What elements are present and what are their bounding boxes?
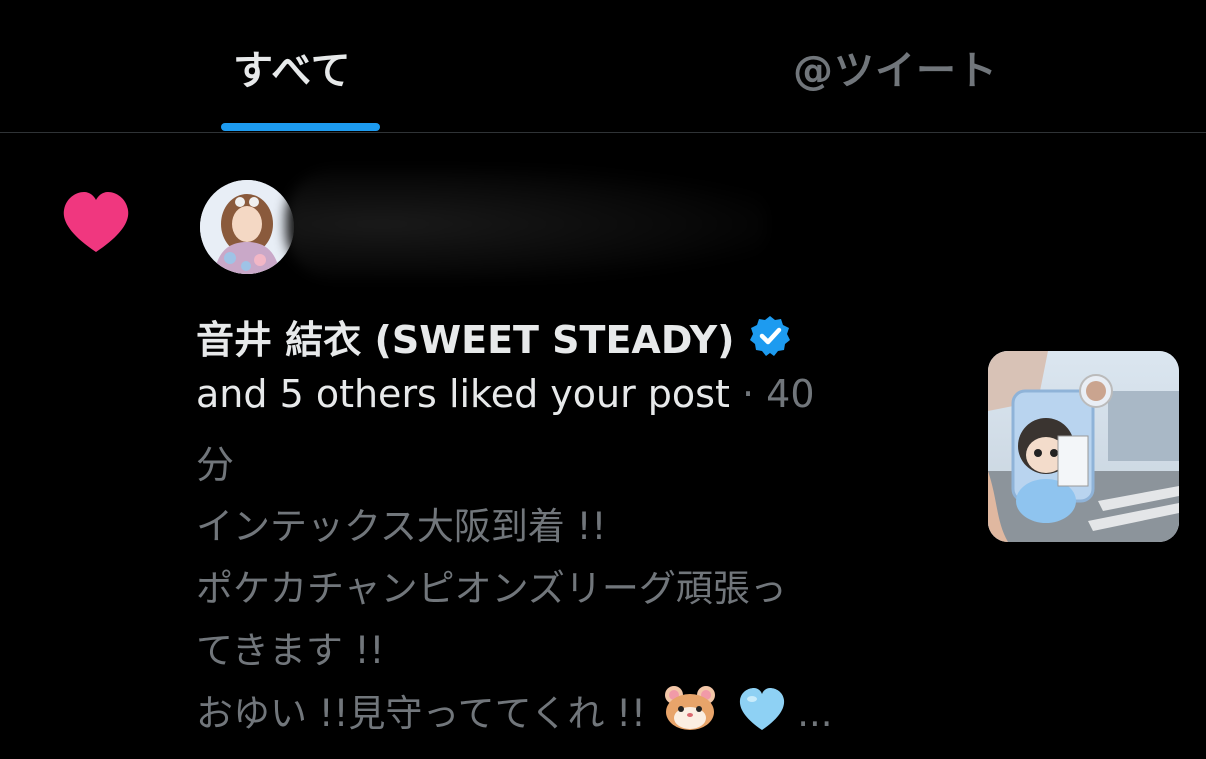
- post-line: てきます !!: [196, 629, 385, 672]
- action-text: and 5 others liked your post: [196, 372, 730, 416]
- post-line-text: おゆい !!見守っててくれ !!: [196, 692, 646, 735]
- blue-heart-emoji: [740, 688, 785, 730]
- truncation-ellipsis: ...: [797, 692, 833, 735]
- active-tab-indicator: [221, 123, 380, 131]
- user-name[interactable]: 音井 結衣 (SWEET STEADY): [196, 309, 735, 364]
- hamster-emoji: [664, 686, 715, 730]
- heart-icon: [63, 192, 129, 252]
- post-line: ポケカチャンピオンズリーグ頑張っ: [196, 567, 787, 610]
- post-line: インテックス大阪到着 !!: [196, 505, 607, 548]
- timestamp-unit: 分: [196, 443, 235, 487]
- timestamp-number: 40: [766, 372, 815, 416]
- verified-badge-icon: [749, 316, 790, 356]
- notifications-page: すべて @ツイート 音井 結衣 (SWEET STEADY) and 5 oth…: [0, 0, 1206, 759]
- notification-action: and 5 others liked your post · 40: [196, 372, 815, 416]
- post-text[interactable]: インテックス大阪到着 !! ポケカチャンピオンズリーグ頑張っ てきます !! お…: [196, 496, 916, 744]
- post-line-with-emoji: おゆい !!見守っててくれ !! ...: [196, 682, 916, 744]
- tab-all[interactable]: すべて: [233, 38, 352, 96]
- blurred-avatars: [286, 168, 766, 280]
- avatar[interactable]: [200, 180, 294, 274]
- post-thumbnail[interactable]: [988, 351, 1179, 542]
- separator-dot: ·: [741, 372, 755, 416]
- notification-tabs: すべて @ツイート: [0, 0, 1206, 133]
- user-name-line: 音井 結衣 (SWEET STEADY): [196, 308, 791, 364]
- tab-mentions[interactable]: @ツイート: [793, 38, 998, 96]
